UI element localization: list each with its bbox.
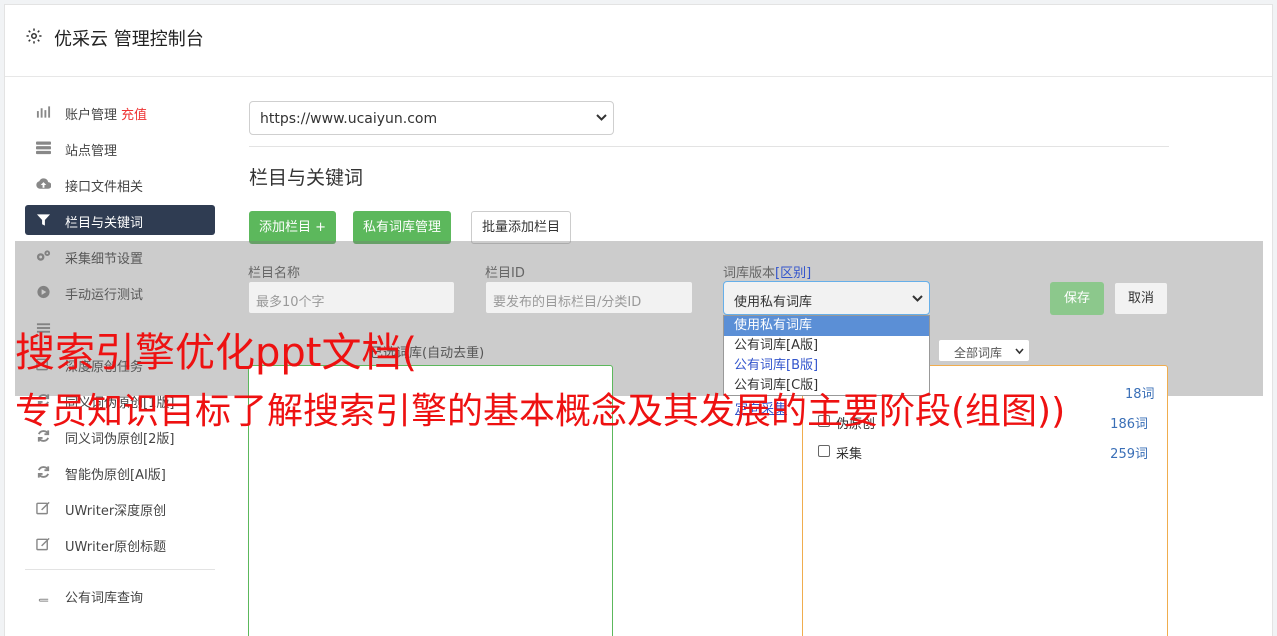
private-lib-button[interactable]: 私有词库管理 — [353, 211, 452, 244]
lib-checkbox[interactable] — [818, 445, 830, 457]
all-lib-value: 全部词库 — [954, 346, 1003, 360]
refresh-icon — [37, 466, 50, 478]
edit-icon — [36, 537, 50, 551]
column-id-placeholder: 要发布的目标栏目/分类ID — [493, 295, 642, 310]
lib-count: 259词 — [1110, 447, 1148, 462]
sidebar-item-public-lib[interactable]: 公有词库查询 — [25, 580, 215, 610]
cloud-upload-icon — [36, 178, 51, 189]
sidebar-item-label: 智能伪原创[AI版] — [65, 468, 166, 483]
sidebar-item-label: 公有词库查询 — [65, 591, 144, 606]
sidebar-item-label: 站点管理 — [65, 144, 118, 159]
lib-version-value: 使用私有词库 — [734, 295, 813, 310]
sidebar-item-uwriter-deep[interactable]: UWriter深度原创 — [25, 493, 215, 523]
chevron-down-icon — [912, 295, 923, 302]
column-id-input[interactable]: 要发布的目标栏目/分类ID — [485, 281, 693, 314]
app-title: 优采云 管理控制台 — [54, 29, 204, 50]
column-name-label: 栏目名称 — [248, 266, 301, 281]
edit-icon — [36, 501, 50, 515]
lib-row[interactable]: 采集 259词 — [818, 443, 1148, 462]
lib-name: 采集 — [836, 447, 863, 462]
lib-count: 18词 — [1125, 387, 1155, 402]
divider — [249, 146, 1169, 147]
lib-version-select[interactable]: 使用私有词库 — [723, 281, 930, 315]
sidebar-item-account[interactable]: 账户管理 充值 — [25, 97, 215, 127]
filter-icon — [36, 214, 51, 226]
chevron-down-icon — [596, 114, 607, 121]
sidebar-item-label: 账户管理 — [65, 108, 118, 123]
sidebar-item-smart-ai[interactable]: 智能伪原创[AI版] — [25, 457, 215, 487]
top-bar: 优采云 管理控制台 — [5, 5, 1272, 77]
sidebar-item-uwriter-title[interactable]: UWriter原创标题 — [25, 529, 215, 559]
dropdown-option[interactable]: 公有词库[A版] — [724, 336, 929, 356]
lib-diff-link[interactable]: [区别] — [775, 266, 811, 281]
recharge-link[interactable]: 充值 — [121, 108, 147, 123]
sidebar-item-label: 接口文件相关 — [65, 180, 144, 195]
save-button[interactable]: 保存 — [1050, 282, 1104, 315]
gear-icon — [26, 28, 42, 44]
site-select[interactable]: https://www.ucaiyun.com — [249, 101, 614, 135]
dropdown-option[interactable]: 公有词库[B版] — [724, 356, 929, 376]
sidebar-item-label: UWriter原创标题 — [65, 540, 167, 555]
watermark-line-2: 专员知识目标了解搜索引擎的基本概念及其发展的主要阶段(组图)) — [15, 391, 1066, 432]
book-icon — [38, 589, 49, 602]
bar-chart-icon — [36, 106, 51, 118]
column-id-label: 栏目ID — [485, 266, 525, 281]
section-title: 栏目与关键词 — [249, 167, 364, 189]
site-select-value: https://www.ucaiyun.com — [260, 111, 438, 127]
sidebar-item-label: UWriter深度原创 — [65, 504, 167, 519]
all-lib-select[interactable]: 全部词库 — [938, 339, 1030, 362]
server-icon — [36, 141, 51, 155]
add-column-button[interactable]: 添加栏目 + — [249, 211, 337, 244]
lib-version-label: 词库版本[区别] — [723, 266, 812, 281]
sidebar-item-columns-keywords[interactable]: 栏目与关键词 — [25, 205, 215, 235]
sidebar-item-sites[interactable]: 站点管理 — [25, 133, 215, 163]
sidebar-item-api-files[interactable]: 接口文件相关 — [25, 169, 215, 199]
column-name-input[interactable]: 最多10个字 — [248, 281, 455, 314]
sidebar-item-label: 栏目与关键词 — [65, 216, 144, 231]
column-name-placeholder: 最多10个字 — [256, 295, 325, 310]
batch-add-button[interactable]: 批量添加栏目 — [471, 211, 572, 244]
sidebar-divider — [25, 569, 215, 570]
dropdown-option[interactable]: 使用私有词库 — [724, 316, 929, 336]
watermark-line-1: 搜索引擎优化ppt文档( — [15, 330, 418, 376]
lib-count: 186词 — [1110, 417, 1148, 432]
cancel-button[interactable]: 取消 — [1114, 282, 1168, 315]
chevron-down-icon — [1015, 348, 1024, 355]
